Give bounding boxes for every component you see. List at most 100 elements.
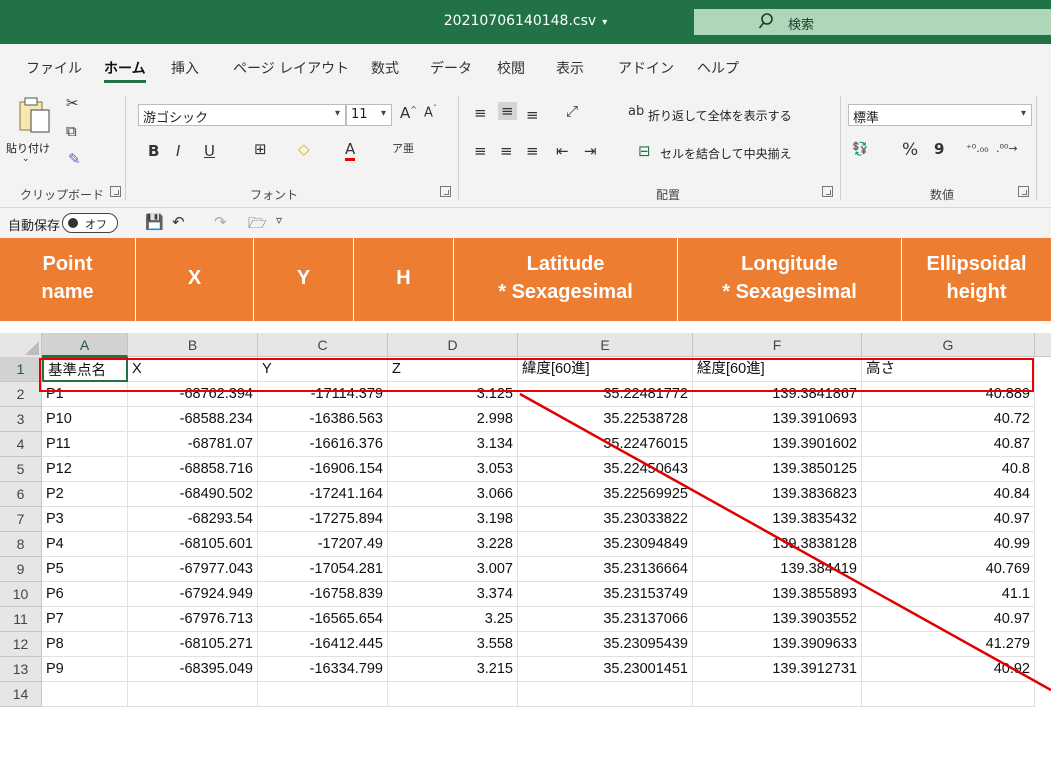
table-cell[interactable]: -67924.949	[128, 582, 258, 607]
phonetic-icon[interactable]: ア亜	[392, 140, 414, 156]
table-cell[interactable]: P12	[42, 457, 128, 482]
font-launcher-icon[interactable]	[440, 186, 451, 197]
row-header[interactable]: 13	[0, 657, 42, 682]
table-cell[interactable]: -68105.601	[128, 532, 258, 557]
font-color-icon[interactable]: A	[345, 140, 356, 161]
italic-button[interactable]: I	[176, 142, 180, 160]
row-header[interactable]: 5	[0, 457, 42, 482]
currency-icon[interactable]: 💱	[852, 142, 868, 157]
table-cell[interactable]: 35.22476015	[518, 432, 693, 457]
header-cell[interactable]: Z	[388, 357, 518, 382]
comma-button[interactable]: 9	[934, 140, 944, 158]
table-cell[interactable]: -16565.654	[258, 607, 388, 632]
table-cell[interactable]: 35.23033822	[518, 507, 693, 532]
header-cell[interactable]: X	[128, 357, 258, 382]
tab-formulas[interactable]: 数式	[371, 58, 399, 78]
table-cell[interactable]: 139.3855893	[693, 582, 862, 607]
format-painter-icon[interactable]: ✎	[68, 150, 81, 168]
table-cell[interactable]: -17054.281	[258, 557, 388, 582]
number-format-select[interactable]: 標準 ▾	[848, 104, 1032, 126]
table-cell[interactable]: 3.134	[388, 432, 518, 457]
autosave-toggle[interactable]: オフ	[62, 213, 118, 233]
orientation-icon[interactable]: ⤢	[566, 102, 578, 120]
table-cell[interactable]	[388, 682, 518, 707]
alignment-launcher-icon[interactable]	[822, 186, 833, 197]
table-cell[interactable]: 40.99	[862, 532, 1035, 557]
increase-indent-icon[interactable]: ⇥	[584, 142, 597, 160]
table-cell[interactable]	[42, 682, 128, 707]
table-cell[interactable]: 139.3841867	[693, 382, 862, 407]
spreadsheet-grid[interactable]: A B C D E F G 1 2 3 4 5 6 7 8 9 10 11 12 13 14 基準点名 X Y Z 緯度[60進]…	[0, 321, 1051, 757]
column-header-f[interactable]: F	[693, 333, 862, 357]
table-cell[interactable]: 3.007	[388, 557, 518, 582]
table-cell[interactable]: 41.1	[862, 582, 1035, 607]
table-cell[interactable]: -17275.894	[258, 507, 388, 532]
merge-center-icon[interactable]: ⊟	[638, 142, 651, 160]
table-cell[interactable]: 35.23136664	[518, 557, 693, 582]
table-cell[interactable]: -16386.563	[258, 407, 388, 432]
tab-file[interactable]: ファイル	[26, 58, 82, 78]
table-cell[interactable]: -68395.049	[128, 657, 258, 682]
save-icon[interactable]: 💾	[145, 213, 164, 231]
column-header-d[interactable]: D	[388, 333, 518, 357]
tab-data[interactable]: データ	[430, 58, 472, 78]
row-header[interactable]: 1	[0, 357, 42, 382]
align-left-icon[interactable]: ≡	[474, 142, 487, 160]
table-cell[interactable]: -68858.716	[128, 457, 258, 482]
redo-icon[interactable]: ↷	[214, 213, 227, 231]
row-header[interactable]: 2	[0, 382, 42, 407]
table-cell[interactable]: 3.215	[388, 657, 518, 682]
table-cell[interactable]: 40.889	[862, 382, 1035, 407]
table-cell[interactable]: 40.92	[862, 657, 1035, 682]
table-cell[interactable]: 3.125	[388, 382, 518, 407]
table-cell[interactable]: 3.053	[388, 457, 518, 482]
table-cell[interactable]: P8	[42, 632, 128, 657]
column-header-e[interactable]: E	[518, 333, 693, 357]
tab-addins[interactable]: アドイン	[618, 58, 674, 78]
table-cell[interactable]: 139.3836823	[693, 482, 862, 507]
table-cell[interactable]: -67976.713	[128, 607, 258, 632]
decrease-font-icon[interactable]: Aˇ	[424, 104, 437, 120]
decrease-indent-icon[interactable]: ⇤	[556, 142, 569, 160]
table-cell[interactable]: 35.22450643	[518, 457, 693, 482]
row-header[interactable]: 7	[0, 507, 42, 532]
wrap-text-icon[interactable]: ab	[628, 104, 644, 119]
cut-icon[interactable]: ✂	[66, 94, 79, 112]
row-header[interactable]: 10	[0, 582, 42, 607]
table-cell[interactable]: 139.3835432	[693, 507, 862, 532]
tab-page-layout[interactable]: ページ レイアウト	[233, 58, 349, 78]
table-cell[interactable]: P9	[42, 657, 128, 682]
table-cell[interactable]: -17241.164	[258, 482, 388, 507]
row-header[interactable]: 12	[0, 632, 42, 657]
increase-font-icon[interactable]: A^	[400, 104, 417, 122]
table-cell[interactable]: P10	[42, 407, 128, 432]
table-cell[interactable]: 3.558	[388, 632, 518, 657]
tab-view[interactable]: 表示	[556, 58, 584, 78]
bold-button[interactable]: B	[148, 142, 159, 160]
table-cell[interactable]: 35.22538728	[518, 407, 693, 432]
table-cell[interactable]: P7	[42, 607, 128, 632]
number-launcher-icon[interactable]	[1018, 186, 1029, 197]
table-cell[interactable]: 139.3903552	[693, 607, 862, 632]
table-cell[interactable]: -17114.379	[258, 382, 388, 407]
row-header[interactable]: 9	[0, 557, 42, 582]
table-cell[interactable]: -68781.07	[128, 432, 258, 457]
percent-button[interactable]: %	[902, 140, 918, 160]
align-center-icon[interactable]: ≡	[500, 142, 513, 160]
table-cell[interactable]	[693, 682, 862, 707]
header-cell[interactable]: 高さ	[862, 357, 1035, 382]
table-cell[interactable]: -68490.502	[128, 482, 258, 507]
table-cell[interactable]	[862, 682, 1035, 707]
table-cell[interactable]: P6	[42, 582, 128, 607]
table-cell[interactable]: -16616.376	[258, 432, 388, 457]
table-cell[interactable]: P2	[42, 482, 128, 507]
table-cell[interactable]: 40.84	[862, 482, 1035, 507]
table-cell[interactable]: -17207.49	[258, 532, 388, 557]
table-cell[interactable]: 3.066	[388, 482, 518, 507]
undo-icon[interactable]: ↶	[172, 213, 185, 231]
table-cell[interactable]: P3	[42, 507, 128, 532]
table-cell[interactable]: 40.97	[862, 507, 1035, 532]
table-cell[interactable]: 40.97	[862, 607, 1035, 632]
table-cell[interactable]: -68762.394	[128, 382, 258, 407]
clipboard-launcher-icon[interactable]	[110, 186, 121, 197]
